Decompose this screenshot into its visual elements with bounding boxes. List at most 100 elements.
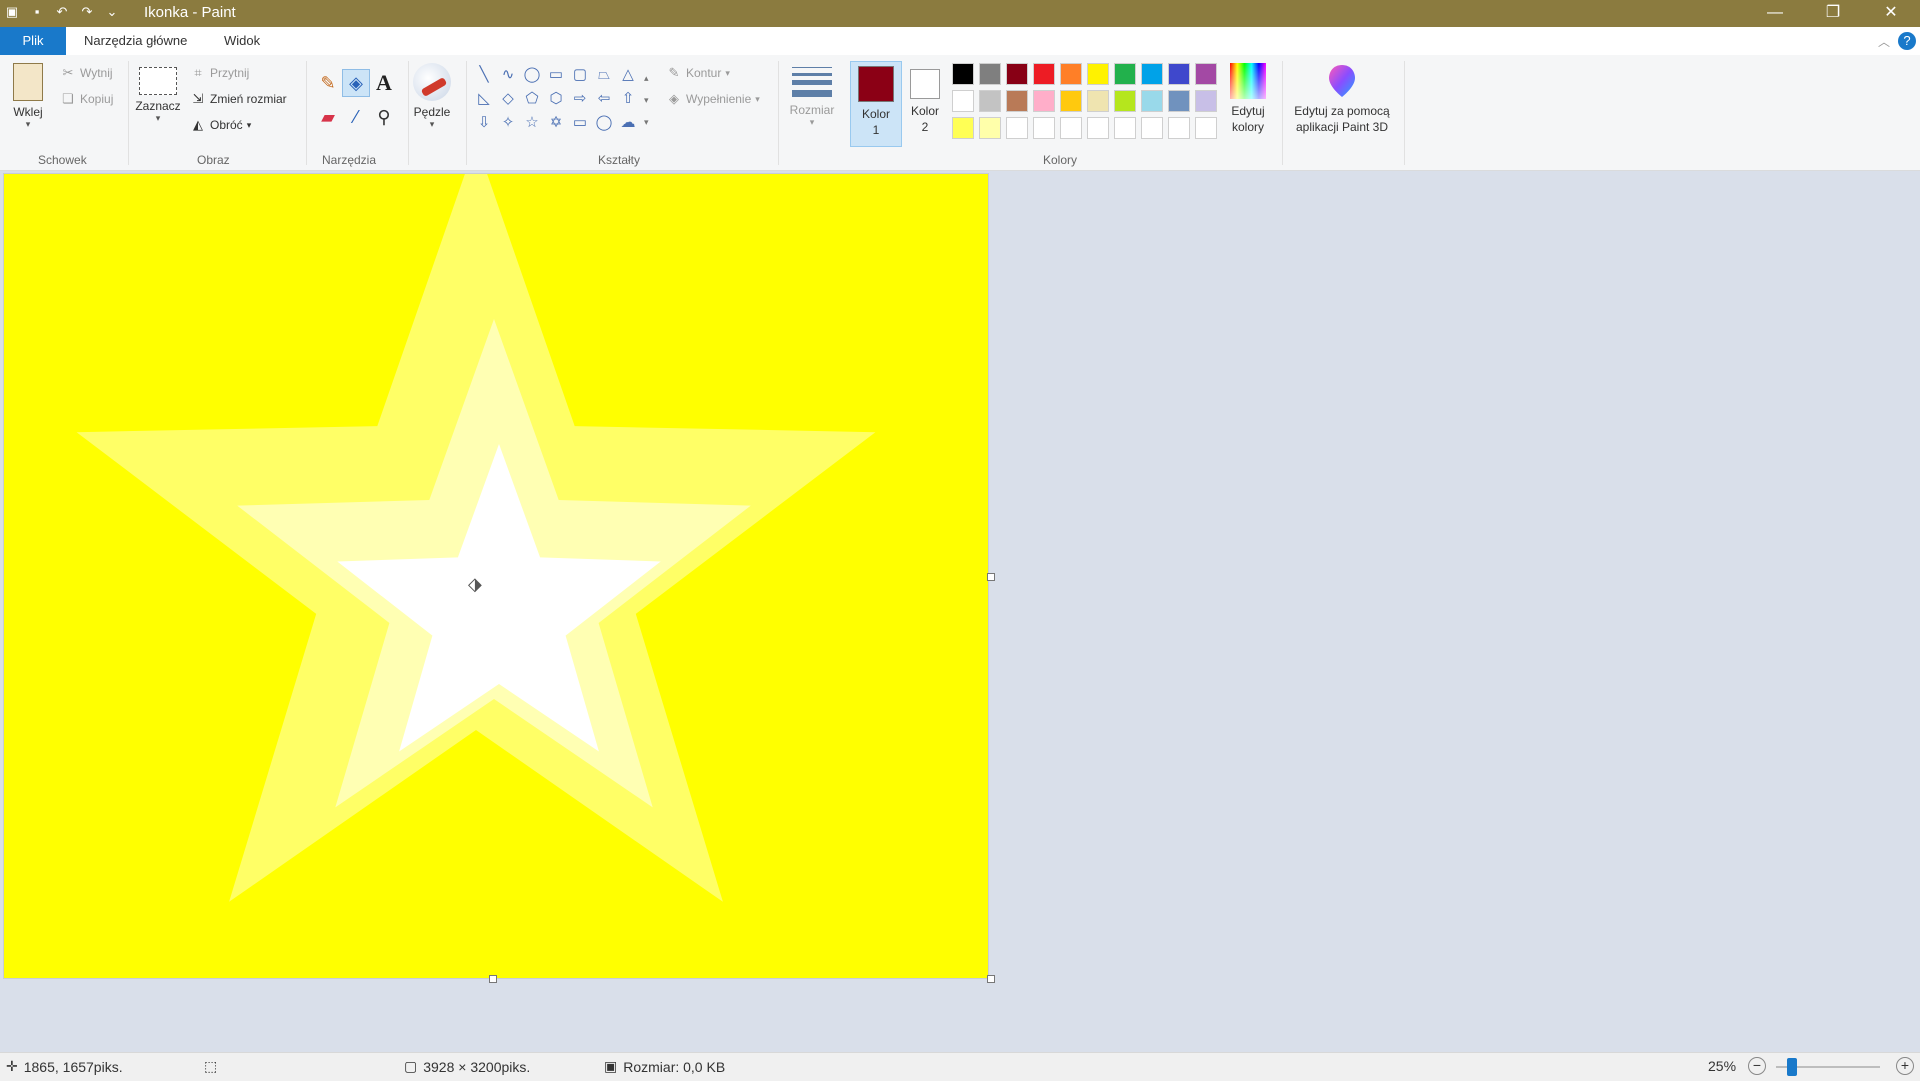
select-button[interactable]: Zaznacz ▾ (134, 67, 182, 124)
copy-button[interactable]: ❏ Kopiuj (60, 91, 113, 107)
magnifier-icon[interactable]: ⚲ (370, 103, 398, 137)
palette-color-swatch[interactable] (952, 63, 974, 85)
redo-icon[interactable]: ↷ (79, 4, 95, 20)
palette-color-swatch[interactable] (1141, 63, 1163, 85)
color-picker-icon[interactable]: ⁄ (342, 103, 370, 137)
fill-bucket-icon[interactable]: ◈ (342, 69, 370, 97)
palette-color-swatch[interactable] (952, 117, 974, 139)
edit-with-paint3d-button[interactable]: Edytuj za pomocą aplikacji Paint 3D (1286, 63, 1398, 135)
resize-handle-right[interactable] (987, 573, 995, 581)
palette-color-swatch[interactable] (1006, 63, 1028, 85)
palette-color-swatch[interactable] (1033, 63, 1055, 85)
line-shape-icon[interactable]: ╲ (472, 63, 496, 87)
paste-button[interactable]: Wklej ▾ (10, 63, 46, 130)
copy-icon: ❏ (62, 91, 74, 106)
pencil-icon[interactable]: ✎ (314, 69, 342, 103)
undo-icon[interactable]: ↶ (54, 4, 70, 20)
palette-color-swatch[interactable] (1060, 63, 1082, 85)
qat-dropdown-icon[interactable]: ⌄ (104, 4, 120, 20)
right-arrow-shape-icon[interactable]: ⇨ (568, 87, 592, 111)
title-bar: ▣ ▪ ↶ ↷ ⌄ Ikonka - Paint — ❐ ✕ (0, 0, 1920, 27)
tab-home[interactable]: Narzędzia główne (72, 27, 199, 55)
six-point-star-shape-icon[interactable]: ✡ (544, 111, 568, 135)
palette-color-swatch[interactable] (1033, 90, 1055, 112)
palette-color-swatch[interactable] (1195, 117, 1217, 139)
drawing-canvas[interactable]: ⬗ (4, 174, 988, 978)
palette-color-swatch[interactable] (1168, 90, 1190, 112)
outline-button[interactable]: ✎ Kontur ▾ (666, 65, 730, 81)
palette-color-swatch[interactable] (952, 90, 974, 112)
resize-handle-corner[interactable] (987, 975, 995, 983)
text-tool-icon[interactable]: A (370, 69, 398, 103)
five-point-star-shape-icon[interactable]: ☆ (520, 111, 544, 135)
palette-color-swatch[interactable] (1060, 117, 1082, 139)
palette-color-swatch[interactable] (1060, 90, 1082, 112)
palette-color-swatch[interactable] (979, 90, 1001, 112)
shapes-more-icon[interactable]: ▾ (644, 111, 649, 133)
edit-colors-button[interactable]: Edytuj kolory (1222, 63, 1274, 135)
shapes-scroll-up-icon[interactable]: ▴ (644, 67, 649, 89)
tab-view[interactable]: Widok (212, 27, 272, 55)
rounded-rectangle-shape-icon[interactable]: ▢ (568, 63, 592, 87)
fill-button[interactable]: ◈ Wypełnienie ▾ (666, 91, 760, 107)
callout-oval-shape-icon[interactable]: ◯ (592, 111, 616, 135)
shapes-scroll-down-icon[interactable]: ▾ (644, 89, 649, 111)
palette-color-swatch[interactable] (1141, 90, 1163, 112)
triangle-shape-icon[interactable]: △ (616, 63, 640, 87)
palette-color-swatch[interactable] (1168, 63, 1190, 85)
save-icon[interactable]: ▪ (29, 4, 45, 20)
color1-button[interactable]: Kolor 1 (850, 61, 902, 147)
size-button[interactable]: Rozmiar ▾ (786, 65, 838, 128)
palette-color-swatch[interactable] (1006, 117, 1028, 139)
right-triangle-shape-icon[interactable]: ◺ (472, 87, 496, 111)
palette-color-swatch[interactable] (1087, 117, 1109, 139)
color2-button[interactable]: Kolor 2 (902, 65, 948, 135)
collapse-ribbon-icon[interactable]: ︿ (1878, 33, 1890, 50)
palette-color-swatch[interactable] (1114, 117, 1136, 139)
pentagon-shape-icon[interactable]: ⬠ (520, 87, 544, 111)
oval-shape-icon[interactable]: ◯ (520, 63, 544, 87)
minimize-button[interactable]: — (1746, 0, 1804, 27)
palette-color-swatch[interactable] (1195, 90, 1217, 112)
four-point-star-shape-icon[interactable]: ✧ (496, 111, 520, 135)
size-dropdown-icon: ▾ (809, 117, 815, 127)
restore-button[interactable]: ❐ (1804, 0, 1862, 27)
shapes-gallery[interactable]: ╲ ∿ ◯ ▭ ▢ ⏢ △ ◺ ◇ ⬠ ⬡ ⇨ ⇦ ⇧ ⇩ ✧ ☆ ✡ ▭ ◯ … (472, 63, 640, 135)
resize-handle-bottom[interactable] (489, 975, 497, 983)
palette-color-swatch[interactable] (1087, 63, 1109, 85)
palette-color-swatch[interactable] (979, 117, 1001, 139)
help-icon[interactable]: ? (1898, 32, 1916, 50)
palette-color-swatch[interactable] (1006, 90, 1028, 112)
palette-color-swatch[interactable] (1033, 117, 1055, 139)
palette-color-swatch[interactable] (1195, 63, 1217, 85)
brushes-button[interactable]: Pędzle ▾ (412, 63, 452, 130)
up-arrow-shape-icon[interactable]: ⇧ (616, 87, 640, 111)
tab-file[interactable]: Plik (0, 27, 66, 55)
outline-icon: ✎ (668, 65, 680, 80)
palette-color-swatch[interactable] (979, 63, 1001, 85)
palette-color-swatch[interactable] (1114, 90, 1136, 112)
callout-rectangle-shape-icon[interactable]: ▭ (568, 111, 592, 135)
zoom-in-button[interactable]: + (1896, 1057, 1914, 1075)
zoom-slider-thumb[interactable] (1787, 1058, 1797, 1076)
palette-color-swatch[interactable] (1114, 63, 1136, 85)
rectangle-shape-icon[interactable]: ▭ (544, 63, 568, 87)
palette-color-swatch[interactable] (1141, 117, 1163, 139)
close-button[interactable]: ✕ (1862, 0, 1920, 27)
palette-color-swatch[interactable] (1168, 117, 1190, 139)
eraser-icon[interactable]: ▰ (314, 103, 342, 137)
left-arrow-shape-icon[interactable]: ⇦ (592, 87, 616, 111)
outline-label: Kontur (686, 66, 722, 80)
diamond-shape-icon[interactable]: ◇ (496, 87, 520, 111)
zoom-out-button[interactable]: − (1748, 1057, 1766, 1075)
palette-color-swatch[interactable] (1087, 90, 1109, 112)
rotate-button[interactable]: ◭ Obróć ▾ (190, 117, 251, 133)
resize-button[interactable]: ⇲ Zmień rozmiar (190, 91, 287, 107)
curve-shape-icon[interactable]: ∿ (496, 63, 520, 87)
crop-button[interactable]: ⌗ Przytnij (190, 65, 249, 81)
callout-cloud-shape-icon[interactable]: ☁ (616, 111, 640, 135)
down-arrow-shape-icon[interactable]: ⇩ (472, 111, 496, 135)
cut-button[interactable]: ✂ Wytnij (60, 65, 113, 81)
hexagon-shape-icon[interactable]: ⬡ (544, 87, 568, 111)
polygon-shape-icon[interactable]: ⏢ (592, 63, 616, 87)
